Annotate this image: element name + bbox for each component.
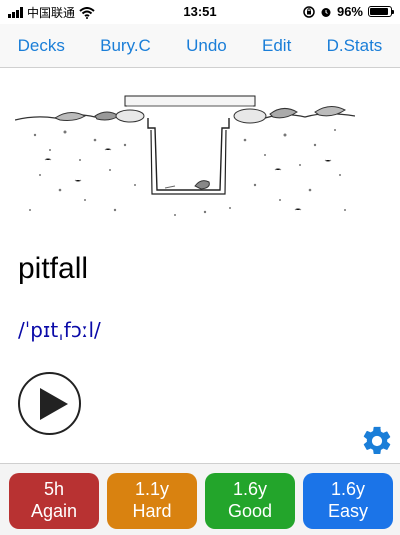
pitfall-illustration xyxy=(15,95,355,216)
status-bar: 中国联通 13:51 96% xyxy=(0,0,400,24)
hard-button[interactable]: 1.1y Hard xyxy=(107,473,197,529)
battery-percent: 96% xyxy=(336,4,363,19)
easy-interval: 1.6y xyxy=(330,479,366,499)
card-phonetic: /ˈpɪtˌfɔːl/ xyxy=(18,318,101,342)
again-button[interactable]: 5h Again xyxy=(9,473,99,529)
again-interval: 5h xyxy=(43,479,65,499)
good-button[interactable]: 1.6y Good xyxy=(205,473,295,529)
alarm-icon xyxy=(321,7,331,17)
undo-button[interactable]: Undo xyxy=(186,36,227,56)
hard-interval: 1.1y xyxy=(134,479,170,499)
good-label: Good xyxy=(227,501,273,521)
nav-bar: Decks Bury.C Undo Edit D.Stats xyxy=(0,24,400,68)
good-interval: 1.6y xyxy=(232,479,268,499)
battery-fill xyxy=(370,8,389,15)
easy-button[interactable]: 1.6y Easy xyxy=(303,473,393,529)
answer-bar: 5h Again 1.1y Hard 1.6y Good 1.6y Easy xyxy=(0,463,400,535)
hard-label: Hard xyxy=(132,501,172,521)
orientation-lock-icon xyxy=(303,5,315,18)
bury-card-button[interactable]: Bury.C xyxy=(100,36,151,56)
battery-icon xyxy=(368,6,394,17)
gear-icon[interactable] xyxy=(360,424,394,458)
easy-label: Easy xyxy=(327,501,369,521)
again-label: Again xyxy=(30,501,78,521)
decks-button[interactable]: Decks xyxy=(18,36,65,56)
edit-button[interactable]: Edit xyxy=(262,36,291,56)
play-audio-button[interactable] xyxy=(18,372,81,435)
card-word: pitfall xyxy=(18,252,89,285)
play-icon xyxy=(40,388,68,420)
status-right: 96% xyxy=(303,4,394,19)
deck-stats-button[interactable]: D.Stats xyxy=(327,36,383,56)
